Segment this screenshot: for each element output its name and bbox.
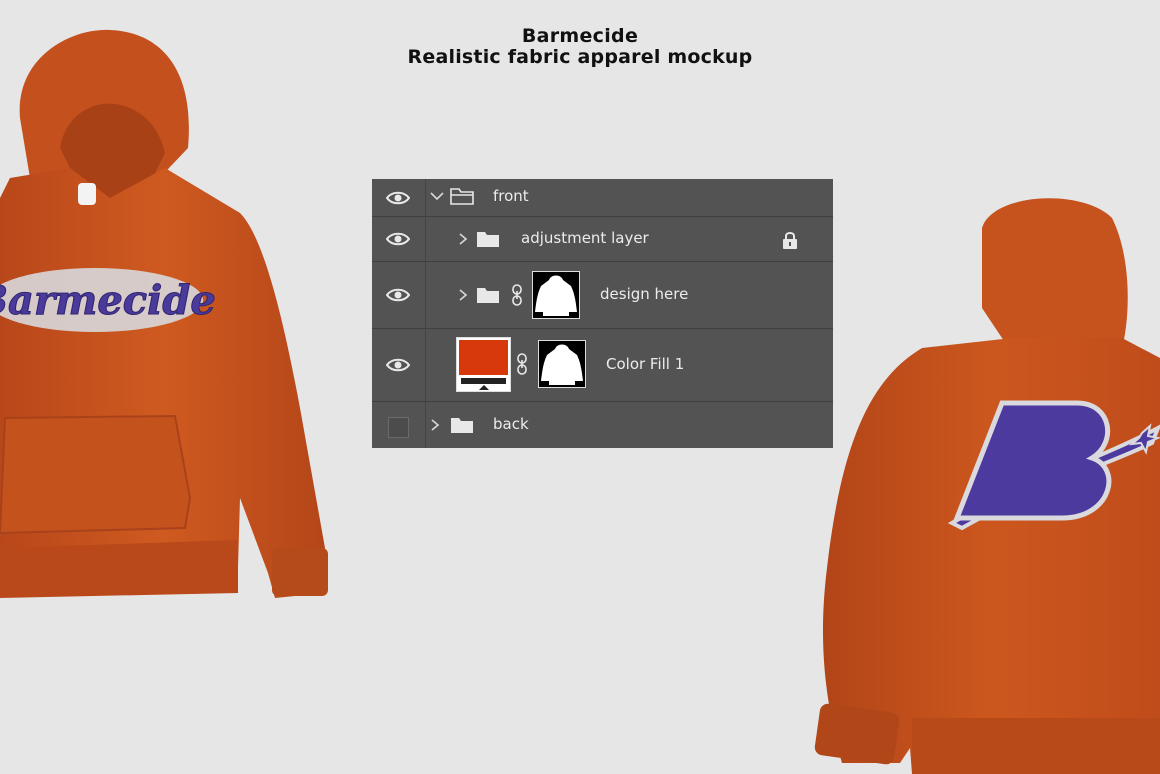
visibility-cell[interactable]	[372, 329, 426, 401]
visibility-cell[interactable]	[372, 262, 426, 328]
link-icon[interactable]	[511, 284, 523, 306]
fill-color-thumbnail[interactable]	[456, 337, 511, 392]
layer-row-back[interactable]: back	[372, 402, 833, 448]
folder-icon	[477, 288, 499, 303]
layer-name: back	[493, 415, 529, 433]
layer-mask-thumbnail[interactable]	[538, 340, 586, 388]
layer-mask-thumbnail[interactable]	[532, 271, 580, 319]
fill-bar	[461, 378, 506, 384]
folder-icon	[450, 188, 474, 205]
chevron-right-icon[interactable]	[430, 419, 440, 431]
folder-icon	[477, 232, 499, 247]
visibility-cell[interactable]	[372, 217, 426, 261]
fill-marker	[479, 385, 489, 390]
front-hoodie-image: Barmecide	[0, 29, 328, 598]
layer-row-color-fill[interactable]: Color Fill 1	[372, 329, 833, 402]
visibility-cell[interactable]	[372, 179, 426, 216]
back-logo-letter: B	[1043, 480, 1051, 491]
eye-icon[interactable]	[386, 191, 410, 205]
visibility-cell[interactable]	[372, 402, 426, 448]
fill-swatch	[459, 340, 508, 375]
visibility-off-box[interactable]	[388, 417, 409, 438]
layer-row-front[interactable]: front	[372, 179, 833, 217]
chevron-right-icon[interactable]	[458, 289, 468, 301]
eye-icon[interactable]	[386, 232, 410, 246]
layer-name: front	[493, 187, 529, 205]
layer-name: adjustment layer	[521, 229, 649, 247]
eye-icon[interactable]	[386, 358, 410, 372]
front-chest-text: Barmecide	[0, 277, 216, 324]
layer-name: design here	[600, 285, 689, 303]
chevron-right-icon[interactable]	[458, 233, 468, 245]
layer-row-adjustment[interactable]: adjustment layer	[372, 217, 833, 262]
layer-name: Color Fill 1	[606, 355, 685, 373]
eye-icon[interactable]	[386, 288, 410, 302]
chevron-down-icon[interactable]	[430, 191, 444, 201]
layer-row-design-here[interactable]: design here	[372, 262, 833, 329]
back-hoodie-image: B	[814, 198, 1160, 774]
link-icon[interactable]	[516, 353, 528, 375]
folder-icon	[451, 418, 473, 433]
layers-panel: front adjustment layer design here Color…	[372, 179, 833, 448]
lock-icon[interactable]	[782, 231, 798, 249]
hoodie-silhouette-icon	[541, 344, 583, 385]
hoodie-silhouette-icon	[535, 275, 577, 316]
